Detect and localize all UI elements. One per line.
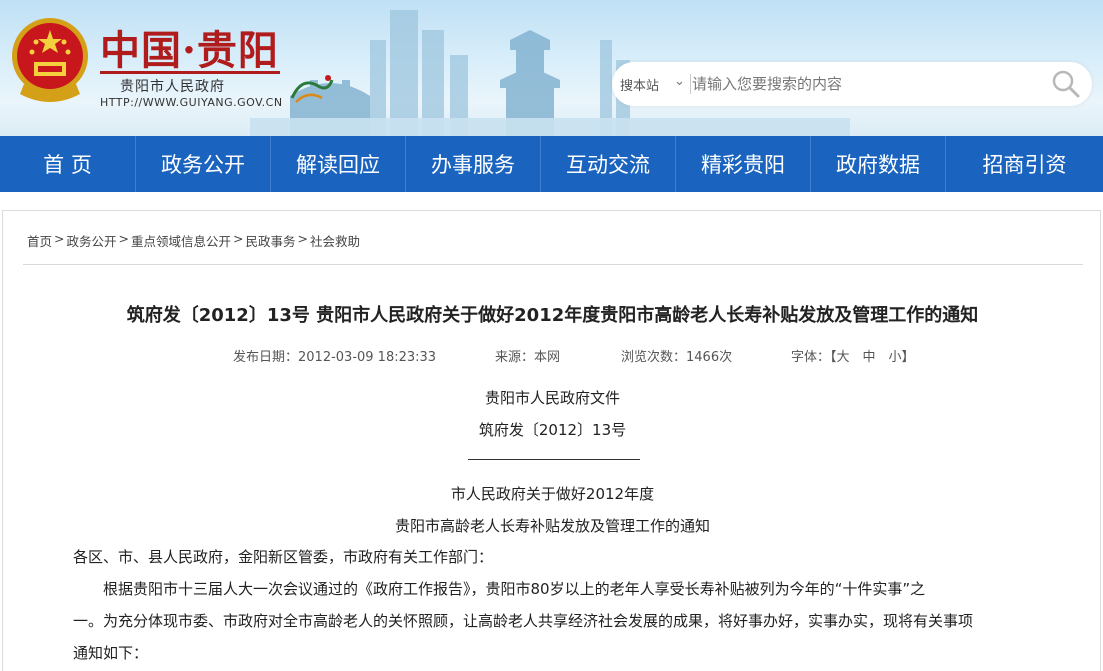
nav-item-interpretation[interactable]: 解读回应 [271,136,406,192]
search-scope-select[interactable]: 搜本站 [620,75,659,94]
doc-number: 筑府发〔2012〕13号 [478,421,627,439]
search-input[interactable] [692,71,1032,97]
breadcrumb-divider [23,264,1083,265]
search-box: 搜本站 ⌄ [612,62,1092,106]
content-panel: 首页 > 政务公开 > 重点领域信息公开 > 民政事务 > 社会救助 筑府发〔2… [2,210,1101,671]
nav-item-interaction[interactable]: 互动交流 [541,136,676,192]
salutation: 各区、市、县人民政府，金阳新区管委，市政府有关工作部门： [73,548,494,566]
breadcrumb-separator: > [297,231,308,246]
font-size-switcher[interactable]: 字体：【大 中 小】 [791,346,915,365]
article-title: 筑府发〔2012〕13号 贵阳市人民政府关于做好2012年度贵阳市高龄老人长寿补… [126,305,979,326]
chevron-down-icon[interactable]: ⌄ [674,74,685,89]
doc-subtitle-line1: 市人民政府关于做好2012年度 [450,485,655,503]
title-underline [100,71,280,74]
doc-subtitle-line2: 贵阳市高龄老人长寿补贴发放及管理工作的通知 [394,517,710,535]
nav-item-investment[interactable]: 招商引资 [946,136,1103,192]
breadcrumb-link-gov-affairs[interactable]: 政务公开 [67,231,117,250]
paragraph-line: 一。为充分体现市委、市政府对全市高龄老人的关怀照顾，让高龄老人共享经济社会发展的… [73,612,974,630]
doc-separator-line [468,459,640,460]
breadcrumb-separator: > [118,231,129,246]
breadcrumb-separator: > [233,231,244,246]
site-header: 中国·贵阳 贵阳市人民政府 HTTP://WWW.GUIYANG.GOV.CN … [0,0,1103,136]
site-subtitle: 贵阳市人民政府 [120,79,225,95]
breadcrumb-link-civil-affairs[interactable]: 民政事务 [246,231,296,250]
nav-item-gov-affairs[interactable]: 政务公开 [136,136,271,192]
site-title: 中国·贵阳 [100,27,279,74]
breadcrumb-link-social-aid[interactable]: 社会救助 [310,231,360,250]
nav-item-home[interactable]: 首 页 [0,136,136,192]
nav-item-gov-data[interactable]: 政府数据 [811,136,946,192]
article-source: 来源：本网 [495,350,561,365]
breadcrumb-separator: > [54,231,65,246]
breadcrumb-link-home[interactable]: 首页 [27,231,52,250]
search-divider [690,74,691,94]
breadcrumb: 首页 > 政务公开 > 重点领域信息公开 > 民政事务 > 社会救助 [27,231,360,250]
search-icon[interactable] [1050,68,1082,100]
paragraph-line: 通知如下： [73,644,149,662]
main-nav: 首 页 政务公开 解读回应 办事服务 互动交流 精彩贵阳 政府数据 招商引资 [0,136,1103,192]
nav-item-wonderful-guiyang[interactable]: 精彩贵阳 [676,136,811,192]
guiyang-logo-icon [290,75,334,103]
national-emblem-icon [12,18,88,102]
nav-item-services[interactable]: 办事服务 [406,136,541,192]
site-url: HTTP://WWW.GUIYANG.GOV.CN [100,96,283,109]
publish-date: 发布日期：2012-03-09 18:23:33 [233,350,437,365]
doc-issuer: 贵阳市人民政府文件 [484,389,620,407]
view-count: 浏览次数：1466次 [621,350,733,365]
paragraph-line: 根据贵阳市十三届人大一次会议通过的《政府工作报告》，贵阳市80岁以上的老年人享受… [103,580,926,598]
breadcrumb-link-key-areas[interactable]: 重点领域信息公开 [131,231,231,250]
